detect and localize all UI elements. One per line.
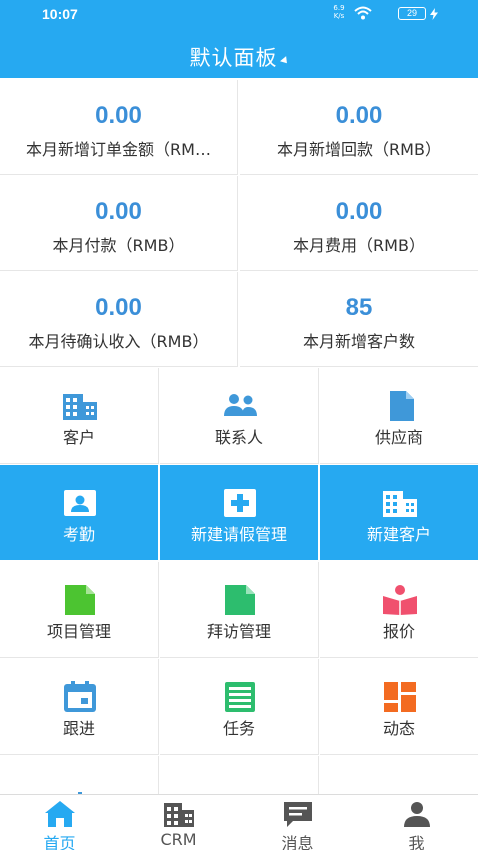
contacts-icon [224,394,257,416]
tab-messages[interactable]: 消息 [238,795,357,850]
message-icon [284,802,312,827]
tile-label: 动态 [382,719,415,738]
stat-label: 本月新增订单金额（RM… [26,140,211,159]
bottom-tab-bar: 首页 CRM 消息 我 [0,794,478,850]
plus-box-icon [224,489,256,517]
tile-quotes[interactable]: 报价 [320,562,478,658]
reader-icon [383,585,417,615]
tile-visits[interactable]: 拜访管理 [160,562,319,658]
tile-attendance[interactable]: 考勤 [0,465,159,561]
tab-label: CRM [160,830,197,849]
stat-label: 本月付款（RMB） [52,236,185,255]
tile-customers[interactable]: 客户 [0,368,159,464]
tile-label: 项目管理 [46,622,111,641]
tile-label: 客户 [62,428,95,447]
tile-new-leave[interactable]: 新建请假管理 [160,465,319,561]
stat-expense[interactable]: 0.00 本月费用（RMB） [240,176,478,271]
dashboard-selector[interactable]: 默认面板 [190,42,278,72]
dashboard-icon [384,682,416,712]
tab-crm[interactable]: CRM [119,795,238,850]
status-bar: 10:07 6.9 K/s 29 [0,0,478,30]
function-grid: 客户 联系人 供应商 考勤 新建请假管理 新建客户 项目管理 拜访管理 报价 跟… [0,368,478,850]
stat-value: 85 [345,294,373,321]
tile-tasks[interactable]: 任务 [160,659,319,755]
tab-me[interactable]: 我 [357,795,476,850]
tile-label: 新建请假管理 [190,525,287,544]
tile-contacts[interactable]: 联系人 [160,368,319,464]
stat-label: 本月费用（RMB） [293,236,425,255]
stat-value: 0.00 [335,102,383,129]
home-icon [45,801,75,827]
tile-label: 报价 [382,622,415,641]
tile-label: 考勤 [62,525,95,544]
stat-payment-made[interactable]: 0.00 本月付款（RMB） [0,176,238,271]
battery-icon: 29 [398,7,426,20]
tile-projects[interactable]: 项目管理 [0,562,159,658]
network-speed: 6.9 K/s [333,4,345,20]
tile-label: 供应商 [374,428,423,447]
tile-suppliers[interactable]: 供应商 [320,368,478,464]
tile-follow-up[interactable]: 跟进 [0,659,159,755]
stat-order-amount[interactable]: 0.00 本月新增订单金额（RM… [0,80,238,175]
tile-label: 跟进 [62,719,95,738]
tile-new-customer[interactable]: 新建客户 [320,465,478,561]
tile-activity[interactable]: 动态 [320,659,478,755]
stats-panel: 0.00 本月新增订单金额（RM… 0.00 本月新增回款（RMB） 0.00 … [0,80,478,368]
document-icon [390,391,414,421]
stat-label: 本月待确认收入（RMB） [28,332,209,351]
caret-down-icon[interactable] [279,55,290,66]
status-time: 10:07 [42,6,78,22]
tile-label: 新建客户 [366,525,431,544]
list-icon [225,682,255,712]
tile-label: 任务 [222,719,255,738]
stat-new-customers[interactable]: 85 本月新增客户数 [240,272,478,367]
building-icon [63,394,97,420]
stat-label: 本月新增客户数 [302,332,415,351]
tab-home[interactable]: 首页 [0,795,119,850]
tile-label: 联系人 [214,428,263,447]
stat-value: 0.00 [95,102,142,129]
tab-label: 首页 [43,834,76,850]
stat-payment-received[interactable]: 0.00 本月新增回款（RMB） [240,80,478,175]
tab-label: 我 [408,834,425,850]
building-icon [164,803,194,827]
tab-label: 消息 [281,834,314,850]
stat-value: 0.00 [335,198,383,225]
tile-label: 拜访管理 [206,622,271,641]
user-icon [404,802,430,827]
stat-pending-income[interactable]: 0.00 本月待确认收入（RMB） [0,272,238,367]
stat-value: 0.00 [95,294,142,321]
file-green-icon [65,585,95,615]
calendar-icon [64,681,96,712]
building-icon [383,491,417,517]
stat-value: 0.00 [95,198,142,225]
stat-label: 本月新增回款（RMB） [277,140,441,159]
wifi-icon [354,6,372,20]
id-card-icon [64,490,96,516]
app-header: 默认面板 [0,30,478,78]
file-teal-icon [225,585,255,615]
charging-icon [430,8,438,20]
